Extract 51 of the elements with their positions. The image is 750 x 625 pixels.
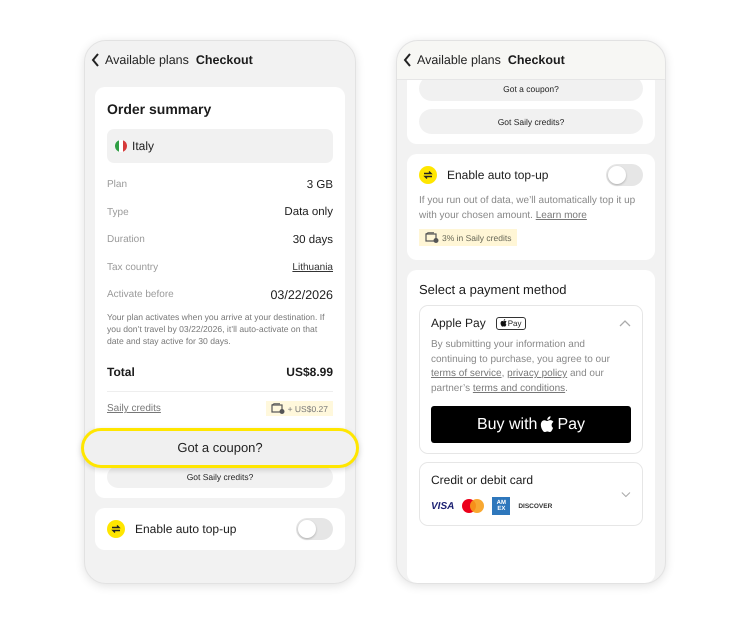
row-value: 30 days bbox=[292, 234, 333, 246]
wallet-plus-icon bbox=[270, 403, 285, 414]
row-label: Tax country bbox=[107, 262, 158, 273]
repeat-icon bbox=[107, 520, 125, 538]
flag-icon bbox=[115, 140, 127, 152]
total-label: Total bbox=[107, 364, 135, 379]
row-label: Type bbox=[107, 206, 129, 218]
back-icon bbox=[403, 53, 412, 67]
mastercard-logo bbox=[462, 499, 484, 513]
card-title: Order summary bbox=[107, 101, 212, 117]
country-name: Italy bbox=[132, 139, 154, 153]
toggle-switch[interactable] bbox=[296, 518, 333, 540]
auto-topup-label: Enable auto top-up bbox=[135, 522, 238, 536]
row-value: Data only bbox=[284, 206, 333, 218]
coupon-button[interactable]: Got a coupon? bbox=[81, 428, 359, 468]
terms-link[interactable]: privacy policy bbox=[507, 368, 568, 379]
back-icon bbox=[91, 53, 100, 67]
terms-link[interactable]: terms and conditions bbox=[472, 382, 566, 394]
auto-topup-label: Enable auto top-up bbox=[447, 168, 550, 182]
back-button[interactable]: Available plans bbox=[403, 53, 501, 67]
row-value: 03/22/2026 bbox=[270, 288, 333, 302]
activation-note: Your plan activates when you arrive at your destination. If you don’t travel by 03/22/2026, it’ll auto-activate on that date and stay active for 30 days. bbox=[107, 310, 326, 347]
page-title: Checkout bbox=[196, 53, 253, 67]
page-title: Checkout bbox=[508, 53, 565, 67]
row-label: Plan bbox=[107, 179, 128, 190]
apple-icon bbox=[540, 416, 554, 433]
row-value: 3 GB bbox=[306, 178, 333, 191]
row-label: Duration bbox=[107, 234, 145, 246]
back-button[interactable]: Available plans bbox=[91, 53, 189, 67]
section-title: Select a payment method bbox=[419, 282, 568, 297]
total-value: US$8.99 bbox=[286, 364, 333, 379]
method-name: Apple Pay bbox=[431, 316, 486, 330]
repeat-icon bbox=[419, 166, 437, 184]
terms-link[interactable]: terms of service bbox=[431, 368, 502, 379]
row-label: Activate before bbox=[107, 289, 174, 300]
wallet-plus-icon bbox=[425, 232, 439, 243]
credits-amount: + US$0.27 bbox=[288, 404, 328, 414]
chevron-icon[interactable] bbox=[621, 490, 631, 498]
apple-pay-button[interactable]: Buy with Pay bbox=[431, 406, 631, 443]
terms-text: By submitting your information and continuing to purchase, you agree to our terms of service, privacy policy and our partner’s terms and conditions. bbox=[431, 338, 612, 396]
chevron-icon[interactable] bbox=[619, 320, 631, 326]
toggle-switch[interactable] bbox=[606, 164, 643, 186]
credits-percent: 3% in Saily credits bbox=[442, 232, 512, 242]
visa-logo: VISA bbox=[431, 500, 454, 512]
method-name: Credit or debit card bbox=[431, 473, 534, 487]
learn-more-link[interactable]: Learn more bbox=[536, 210, 587, 220]
credits-link[interactable]: Saily credits bbox=[107, 403, 161, 414]
pill-button[interactable]: Got Saily credits? bbox=[419, 109, 643, 134]
apple-pay-badge: Pay bbox=[496, 316, 526, 330]
auto-topup-description: If you run out of data, we’ll automatically top it up with your chosen amount. Learn more bbox=[419, 194, 636, 222]
tax-country-link[interactable]: Lithuania bbox=[292, 262, 333, 273]
